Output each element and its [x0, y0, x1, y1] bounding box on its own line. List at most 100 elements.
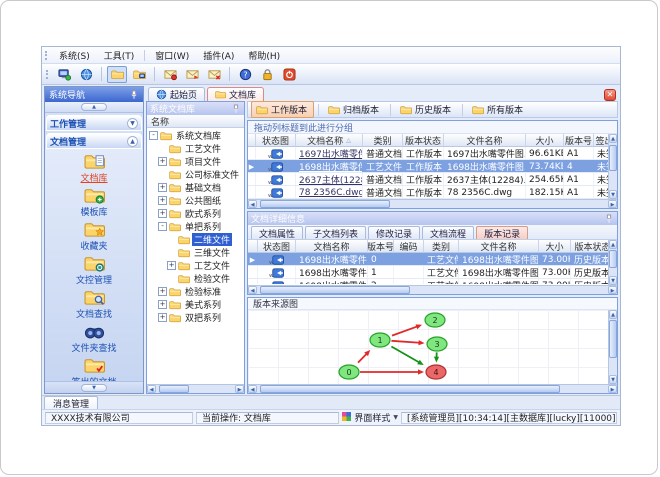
scroll-right-icon[interactable]: ▶ — [235, 385, 244, 393]
sidebar-item-文件夹查找[interactable]: 文件夹查找 — [48, 323, 140, 354]
pin-icon[interactable] — [231, 104, 241, 114]
tree-node[interactable]: + 双把系列 — [147, 311, 244, 324]
tree-toggle-plus[interactable]: + — [158, 300, 167, 309]
column-header-文件名称[interactable]: 文件名称 — [444, 134, 526, 147]
tab-文档库[interactable]: 文档库 — [207, 87, 265, 101]
tree-node[interactable]: + 检验标准 — [147, 285, 244, 298]
sidebar-item-模板库[interactable]: 模板库 — [48, 187, 140, 218]
mail-open-icon[interactable] — [182, 66, 202, 83]
detail-vertical-scrollbar[interactable]: ▲ ▼ — [608, 240, 617, 285]
column-header-文档名称[interactable]: 文档名称 △ — [296, 134, 363, 147]
table-row[interactable]: w1698出水嘴零件图.dwg2工艺文件1698出水嘴零件图.dwg73.00K… — [248, 279, 617, 284]
tree-toggle-plus[interactable]: + — [158, 209, 167, 218]
scrollbar-thumb[interactable] — [609, 145, 617, 171]
tree-toggle-minus[interactable]: - — [158, 222, 167, 231]
grid-vertical-scrollbar[interactable]: ▲ ▼ — [608, 134, 617, 199]
column-header-文档名称[interactable]: 文档名称 — [296, 240, 368, 253]
version-node-3[interactable]: 3 — [426, 336, 448, 352]
tree-node[interactable]: 检验文件 — [147, 272, 244, 285]
version-button-工作版本[interactable]: 工作版本 — [251, 101, 315, 118]
graph-vertical-scrollbar[interactable]: ▲ ▼ — [608, 310, 617, 384]
detail-tab-版本记录[interactable]: 版本记录 — [476, 226, 529, 240]
detail-tab-修改记录[interactable]: 修改记录 — [368, 226, 421, 240]
version-button-所有版本[interactable]: 所有版本 — [467, 101, 530, 118]
table-row[interactable]: ▶w1698出水嘴零件图.dwg工艺文件工作版本1698出水嘴零件图.dwg73… — [248, 160, 617, 173]
sidebar-item-文档查找[interactable]: 文档查找 — [48, 289, 140, 320]
sidebar-item-签出的文档[interactable]: 签出的文档 — [48, 357, 140, 381]
grid-horizontal-scrollbar[interactable]: ◀ ▶ — [248, 199, 617, 208]
scroll-up-icon[interactable]: ▲ — [609, 134, 617, 143]
scroll-left-icon[interactable]: ◀ — [147, 385, 156, 393]
lock-icon[interactable] — [257, 66, 277, 83]
tree-node[interactable]: - 单把系列 — [147, 220, 244, 233]
graph-horizontal-scrollbar[interactable]: ◀ ▶ — [248, 384, 617, 393]
tree-toggle-plus[interactable]: + — [158, 313, 167, 322]
column-header-类别[interactable]: 类别 — [363, 134, 403, 147]
menu-item-4[interactable]: 帮助(H) — [242, 48, 286, 63]
scroll-up-icon[interactable]: ▲ — [609, 310, 617, 319]
scrollbar-thumb[interactable] — [260, 286, 410, 294]
scrollbar-thumb[interactable] — [609, 320, 617, 358]
sidebar-group-1[interactable]: 文档管理 ▲ — [46, 133, 142, 149]
column-header-文件名称[interactable]: 文件名称 — [459, 240, 539, 253]
menu-item-2[interactable]: 窗口(W) — [149, 48, 195, 63]
tree-node[interactable]: - 系统文档库 — [147, 129, 244, 142]
tree-toggle-plus[interactable]: + — [158, 183, 167, 192]
column-header-状态图[interactable]: 状态图 — [258, 240, 296, 253]
menu-item-1[interactable]: 工具(T) — [98, 48, 141, 63]
pin-icon[interactable] — [604, 214, 614, 224]
column-header-大小[interactable]: 大小 — [539, 240, 571, 253]
table-row[interactable]: w2637主体(12284).dwg普通文档工作版本2637主体(12284).… — [248, 173, 617, 186]
tree-toggle-plus[interactable]: + — [158, 287, 167, 296]
chevron-up-icon[interactable]: ▲ — [127, 135, 138, 147]
column-header-版本号[interactable]: 版本号 — [368, 240, 394, 253]
scroll-down-icon[interactable]: ▼ — [609, 276, 617, 285]
chevron-down-icon[interactable]: ▼ — [127, 117, 138, 129]
tab-message-management[interactable]: 消息管理 — [44, 396, 99, 410]
tree-node[interactable]: + 欧式系列 — [147, 207, 244, 220]
column-header-版本号[interactable]: 版本号 — [564, 134, 594, 147]
tree-column-header[interactable]: 名称 — [147, 115, 244, 128]
close-icon[interactable]: ✕ — [604, 89, 616, 101]
detail-tab-文档属性[interactable]: 文档属性 — [251, 226, 304, 240]
tree-toggle-plus[interactable]: + — [158, 196, 167, 205]
desktop-icon[interactable] — [54, 66, 74, 83]
version-node-1[interactable]: 1 — [369, 332, 391, 348]
tree-node[interactable]: 二维文件 — [147, 233, 244, 246]
tab-起始页[interactable]: 起始页 — [148, 87, 206, 101]
sidebar-item-文控管理[interactable]: 文控管理 — [48, 255, 140, 286]
scroll-right-icon[interactable]: ▶ — [608, 286, 617, 294]
table-row[interactable]: ▶w1698出水嘴零件图.dwg0工艺文件1698出水嘴零件图.dwg73.00… — [248, 253, 617, 266]
version-button-归档版本[interactable]: 归档版本 — [323, 101, 386, 118]
tree-node[interactable]: 工艺文件 — [147, 142, 244, 155]
sidebar-group-0[interactable]: 工作管理 ▼ — [46, 115, 142, 131]
version-graph-canvas[interactable]: 0 1 2 3 4 — [248, 310, 617, 384]
column-header-版本状态[interactable]: 版本状态 — [403, 134, 444, 147]
menu-item-0[interactable]: 系统(S) — [53, 48, 96, 63]
table-row[interactable]: w78 2356C.dwg普通文档工作版本78 2356C.dwg182.15K… — [248, 186, 617, 199]
scroll-down-icon[interactable]: ▼ — [609, 375, 617, 384]
scrollbar-thumb[interactable] — [260, 200, 390, 208]
tree-toggle-minus[interactable]: - — [149, 131, 158, 140]
scrollbar-thumb[interactable] — [159, 385, 189, 393]
tree-node[interactable]: + 基础文档 — [147, 181, 244, 194]
tree-node[interactable]: + 公共图纸 — [147, 194, 244, 207]
scroll-up-icon[interactable]: ▲ — [609, 240, 617, 249]
scrollbar-thumb[interactable] — [260, 385, 560, 393]
scroll-right-icon[interactable]: ▶ — [608, 385, 617, 393]
logout-icon[interactable] — [279, 66, 299, 83]
sidebar-item-文档库[interactable]: 文档库 — [48, 153, 140, 184]
scroll-left-icon[interactable]: ◀ — [248, 286, 257, 294]
scroll-down-icon[interactable]: ▼ — [609, 190, 617, 199]
sidebar-item-收藏夹[interactable]: 收藏夹 — [48, 221, 140, 252]
column-header-大小[interactable]: 大小 — [526, 134, 564, 147]
scrollbar-thumb[interactable] — [609, 250, 617, 268]
scroll-right-icon[interactable]: ▶ — [608, 200, 617, 208]
tree-node[interactable]: + 项目文件 — [147, 155, 244, 168]
version-node-0[interactable]: 0 — [338, 364, 360, 380]
column-header-类别[interactable]: 类别 — [424, 240, 459, 253]
folder-view-icon[interactable] — [129, 66, 149, 83]
detail-horizontal-scrollbar[interactable]: ◀ ▶ — [248, 285, 617, 294]
help-icon[interactable]: ? — [235, 66, 255, 83]
menu-item-3[interactable]: 插件(A) — [197, 48, 240, 63]
